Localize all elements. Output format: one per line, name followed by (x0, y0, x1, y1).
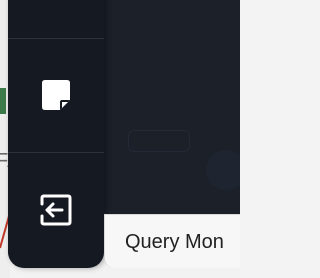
faint-shape (128, 130, 190, 152)
background-green-mark (0, 88, 6, 114)
sidebar-divider (8, 152, 104, 153)
exit-icon (40, 194, 72, 226)
sidebar-divider (8, 38, 104, 39)
sidebar-tooltip: Query Mon (104, 214, 240, 268)
sticky-note-icon (42, 80, 70, 110)
sidebar (8, 0, 104, 268)
screen: FA Query Mon (0, 0, 240, 278)
main-content-background (96, 0, 240, 214)
notes-button[interactable] (34, 73, 78, 117)
exit-button[interactable] (34, 188, 78, 232)
faint-shape (206, 150, 240, 190)
tooltip-label: Query Mon (125, 231, 224, 253)
